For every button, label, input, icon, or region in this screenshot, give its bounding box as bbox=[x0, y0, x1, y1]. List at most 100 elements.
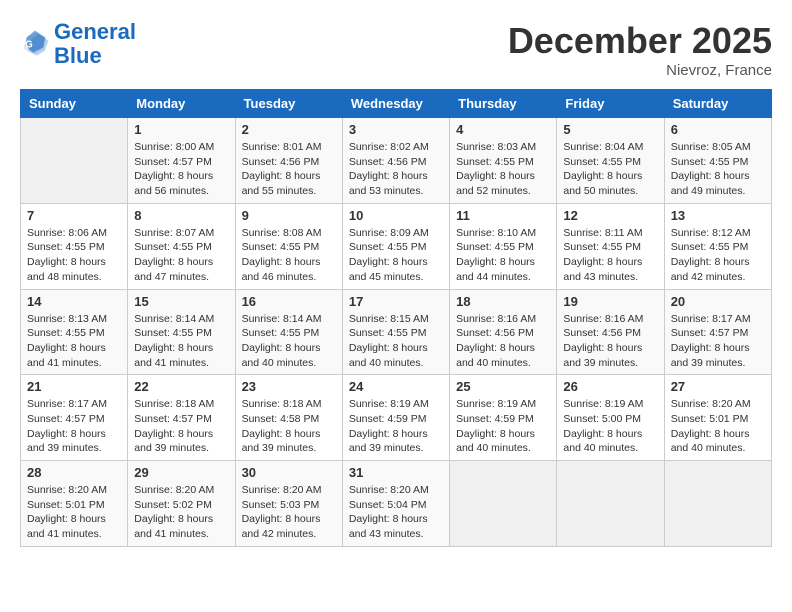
weekday-header: Saturday bbox=[664, 90, 771, 118]
calendar-cell: 2Sunrise: 8:01 AMSunset: 4:56 PMDaylight… bbox=[235, 118, 342, 204]
calendar-cell: 6 Sunrise: 8:05 AMSunset: 4:55 PMDaylight… bbox=[664, 118, 771, 204]
day-info: Sunrise: 8:15 AMSunset: 4:55 PMDaylight:… bbox=[349, 312, 443, 371]
calendar-cell: 25 Sunrise: 8:19 AMSunset: 4:59 PMDayligh… bbox=[450, 375, 557, 461]
day-info: Sunrise: 8:20 AMSunset: 5:02 PMDaylight:… bbox=[134, 483, 228, 542]
day-info: Sunrise: 8:13 AMSunset: 4:55 PMDaylight:… bbox=[27, 312, 121, 371]
day-info: Sunrise: 8:14 AMSunset: 4:55 PMDaylight:… bbox=[134, 312, 228, 371]
day-info: Sunrise: 8:20 AMSunset: 5:04 PMDaylight:… bbox=[349, 483, 443, 542]
day-info: Sunrise: 8:19 AMSunset: 5:00 PMDaylight:… bbox=[563, 397, 657, 456]
day-info: Sunrise: 8:10 AMSunset: 4:55 PMDaylight:… bbox=[456, 226, 550, 285]
day-info: Sunrise: 8:09 AMSunset: 4:55 PMDaylight:… bbox=[349, 226, 443, 285]
svg-text:G: G bbox=[25, 40, 33, 51]
day-number: 23 bbox=[242, 379, 336, 394]
day-info: Sunrise: 8:03 AMSunset: 4:55 PMDaylight:… bbox=[456, 140, 550, 199]
location: Nievroz, France bbox=[508, 62, 772, 79]
weekday-header: Tuesday bbox=[235, 90, 342, 118]
day-info: Sunrise: 8:12 AMSunset: 4:55 PMDaylight:… bbox=[671, 226, 765, 285]
calendar-cell bbox=[557, 461, 664, 547]
day-info: Sunrise: 8:05 AMSunset: 4:55 PMDaylight:… bbox=[671, 140, 765, 199]
calendar-cell bbox=[21, 118, 128, 204]
day-number: 8 bbox=[134, 208, 228, 223]
calendar-week-row: 1 Sunrise: 8:00 AMSunset: 4:57 PMDaylight… bbox=[21, 118, 772, 204]
day-number: 9 bbox=[242, 208, 336, 223]
day-number: 7 bbox=[27, 208, 121, 223]
calendar-cell: 23 Sunrise: 8:18 AMSunset: 4:58 PMDayligh… bbox=[235, 375, 342, 461]
calendar-cell: 13Sunrise: 8:12 AMSunset: 4:55 PMDayligh… bbox=[664, 203, 771, 289]
calendar-cell: 28Sunrise: 8:20 AMSunset: 5:01 PMDayligh… bbox=[21, 461, 128, 547]
day-info: Sunrise: 8:00 AMSunset: 4:57 PMDaylight:… bbox=[134, 140, 228, 199]
logo: G GeneralBlue bbox=[20, 20, 136, 68]
calendar-cell: 1 Sunrise: 8:00 AMSunset: 4:57 PMDaylight… bbox=[128, 118, 235, 204]
day-number: 18 bbox=[456, 294, 550, 309]
calendar-cell: 20 Sunrise: 8:17 AMSunset: 4:57 PMDayligh… bbox=[664, 289, 771, 375]
day-info: Sunrise: 8:04 AMSunset: 4:55 PMDaylight:… bbox=[563, 140, 657, 199]
day-info: Sunrise: 8:17 AMSunset: 4:57 PMDaylight:… bbox=[671, 312, 765, 371]
calendar-cell: 9 Sunrise: 8:08 AMSunset: 4:55 PMDaylight… bbox=[235, 203, 342, 289]
calendar-cell: 19 Sunrise: 8:16 AMSunset: 4:56 PMDayligh… bbox=[557, 289, 664, 375]
day-number: 20 bbox=[671, 294, 765, 309]
day-info: Sunrise: 8:20 AMSunset: 5:01 PMDaylight:… bbox=[27, 483, 121, 542]
weekday-header: Sunday bbox=[21, 90, 128, 118]
logo-text: GeneralBlue bbox=[54, 20, 136, 68]
calendar-cell: 10 Sunrise: 8:09 AMSunset: 4:55 PMDayligh… bbox=[342, 203, 449, 289]
day-info: Sunrise: 8:08 AMSunset: 4:55 PMDaylight:… bbox=[242, 226, 336, 285]
logo-icon: G bbox=[20, 29, 50, 59]
calendar-cell: 29 Sunrise: 8:20 AMSunset: 5:02 PMDayligh… bbox=[128, 461, 235, 547]
day-number: 22 bbox=[134, 379, 228, 394]
calendar-cell: 12Sunrise: 8:11 AMSunset: 4:55 PMDayligh… bbox=[557, 203, 664, 289]
calendar-cell: 31 Sunrise: 8:20 AMSunset: 5:04 PMDayligh… bbox=[342, 461, 449, 547]
day-info: Sunrise: 8:17 AMSunset: 4:57 PMDaylight:… bbox=[27, 397, 121, 456]
calendar-week-row: 14 Sunrise: 8:13 AMSunset: 4:55 PMDayligh… bbox=[21, 289, 772, 375]
calendar-cell: 15 Sunrise: 8:14 AMSunset: 4:55 PMDayligh… bbox=[128, 289, 235, 375]
calendar-cell: 3 Sunrise: 8:02 AMSunset: 4:56 PMDaylight… bbox=[342, 118, 449, 204]
day-number: 6 bbox=[671, 122, 765, 137]
day-number: 26 bbox=[563, 379, 657, 394]
day-info: Sunrise: 8:19 AMSunset: 4:59 PMDaylight:… bbox=[456, 397, 550, 456]
day-number: 19 bbox=[563, 294, 657, 309]
day-info: Sunrise: 8:19 AMSunset: 4:59 PMDaylight:… bbox=[349, 397, 443, 456]
calendar-cell bbox=[450, 461, 557, 547]
calendar-week-row: 28Sunrise: 8:20 AMSunset: 5:01 PMDayligh… bbox=[21, 461, 772, 547]
calendar-cell: 22 Sunrise: 8:18 AMSunset: 4:57 PMDayligh… bbox=[128, 375, 235, 461]
day-number: 24 bbox=[349, 379, 443, 394]
weekday-header: Friday bbox=[557, 90, 664, 118]
calendar-cell: 11 Sunrise: 8:10 AMSunset: 4:55 PMDayligh… bbox=[450, 203, 557, 289]
day-number: 15 bbox=[134, 294, 228, 309]
calendar-cell: 8 Sunrise: 8:07 AMSunset: 4:55 PMDaylight… bbox=[128, 203, 235, 289]
day-number: 27 bbox=[671, 379, 765, 394]
day-number: 11 bbox=[456, 208, 550, 223]
day-number: 14 bbox=[27, 294, 121, 309]
calendar-cell: 26 Sunrise: 8:19 AMSunset: 5:00 PMDayligh… bbox=[557, 375, 664, 461]
day-number: 3 bbox=[349, 122, 443, 137]
day-number: 25 bbox=[456, 379, 550, 394]
day-number: 29 bbox=[134, 465, 228, 480]
day-number: 21 bbox=[27, 379, 121, 394]
day-info: Sunrise: 8:18 AMSunset: 4:57 PMDaylight:… bbox=[134, 397, 228, 456]
day-number: 10 bbox=[349, 208, 443, 223]
day-number: 1 bbox=[134, 122, 228, 137]
weekday-header: Wednesday bbox=[342, 90, 449, 118]
weekday-header: Thursday bbox=[450, 90, 557, 118]
calendar-cell: 27Sunrise: 8:20 AMSunset: 5:01 PMDayligh… bbox=[664, 375, 771, 461]
day-info: Sunrise: 8:11 AMSunset: 4:55 PMDaylight:… bbox=[563, 226, 657, 285]
calendar-cell: 7Sunrise: 8:06 AMSunset: 4:55 PMDaylight… bbox=[21, 203, 128, 289]
calendar-cell: 14 Sunrise: 8:13 AMSunset: 4:55 PMDayligh… bbox=[21, 289, 128, 375]
calendar-cell: 18 Sunrise: 8:16 AMSunset: 4:56 PMDayligh… bbox=[450, 289, 557, 375]
page-header: G GeneralBlue December 2025 Nievroz, Fra… bbox=[20, 20, 772, 79]
day-info: Sunrise: 8:02 AMSunset: 4:56 PMDaylight:… bbox=[349, 140, 443, 199]
day-info: Sunrise: 8:07 AMSunset: 4:55 PMDaylight:… bbox=[134, 226, 228, 285]
day-info: Sunrise: 8:16 AMSunset: 4:56 PMDaylight:… bbox=[456, 312, 550, 371]
weekday-header: Monday bbox=[128, 90, 235, 118]
calendar-cell: 30Sunrise: 8:20 AMSunset: 5:03 PMDayligh… bbox=[235, 461, 342, 547]
day-number: 16 bbox=[242, 294, 336, 309]
day-number: 31 bbox=[349, 465, 443, 480]
calendar-cell bbox=[664, 461, 771, 547]
day-info: Sunrise: 8:18 AMSunset: 4:58 PMDaylight:… bbox=[242, 397, 336, 456]
calendar-week-row: 7Sunrise: 8:06 AMSunset: 4:55 PMDaylight… bbox=[21, 203, 772, 289]
day-info: Sunrise: 8:16 AMSunset: 4:56 PMDaylight:… bbox=[563, 312, 657, 371]
weekday-header-row: SundayMondayTuesdayWednesdayThursdayFrid… bbox=[21, 90, 772, 118]
day-number: 5 bbox=[563, 122, 657, 137]
day-number: 30 bbox=[242, 465, 336, 480]
day-number: 2 bbox=[242, 122, 336, 137]
month-title: December 2025 bbox=[508, 20, 772, 62]
